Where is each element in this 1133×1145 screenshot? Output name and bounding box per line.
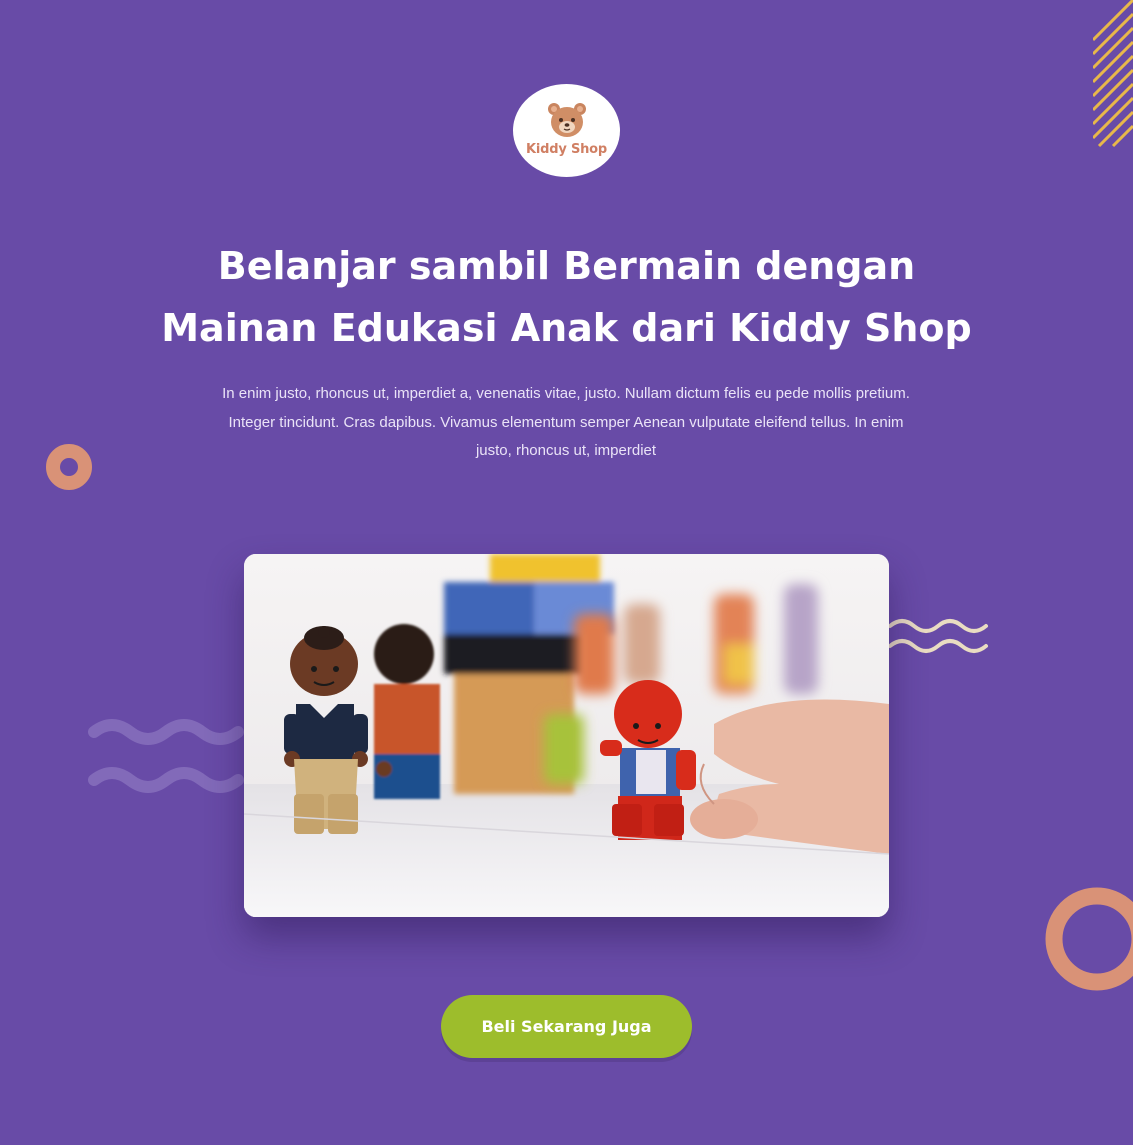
diagonal-stripes-decoration <box>1093 0 1133 148</box>
toy-figures-photo <box>244 554 889 917</box>
buy-now-button[interactable]: Beli Sekarang Juga <box>441 995 692 1058</box>
hero-title-line-2: Mainan Edukasi Anak dari Kiddy Shop <box>161 306 972 350</box>
ring-decoration-small <box>46 444 92 490</box>
hero-description: In enim justo, rhoncus ut, imperdiet a, … <box>222 385 910 459</box>
wave-lines-decoration <box>888 619 988 653</box>
hero-title-line-1: Belanjar sambil Bermain dengan <box>217 244 916 288</box>
landing-page: Kiddy Shop Belanjar sambil Bermain denga… <box>0 0 1133 1145</box>
brand-name: Kiddy Shop <box>526 141 607 157</box>
hero-image <box>244 554 889 917</box>
bear-face-icon <box>547 102 586 137</box>
wave-lines-faint-decoration <box>88 719 244 793</box>
brand-logo[interactable]: Kiddy Shop <box>513 84 620 177</box>
hero-title: Belanjar sambil Bermain dengan Mainan Ed… <box>0 235 1133 359</box>
ring-decoration-large <box>1045 887 1133 991</box>
